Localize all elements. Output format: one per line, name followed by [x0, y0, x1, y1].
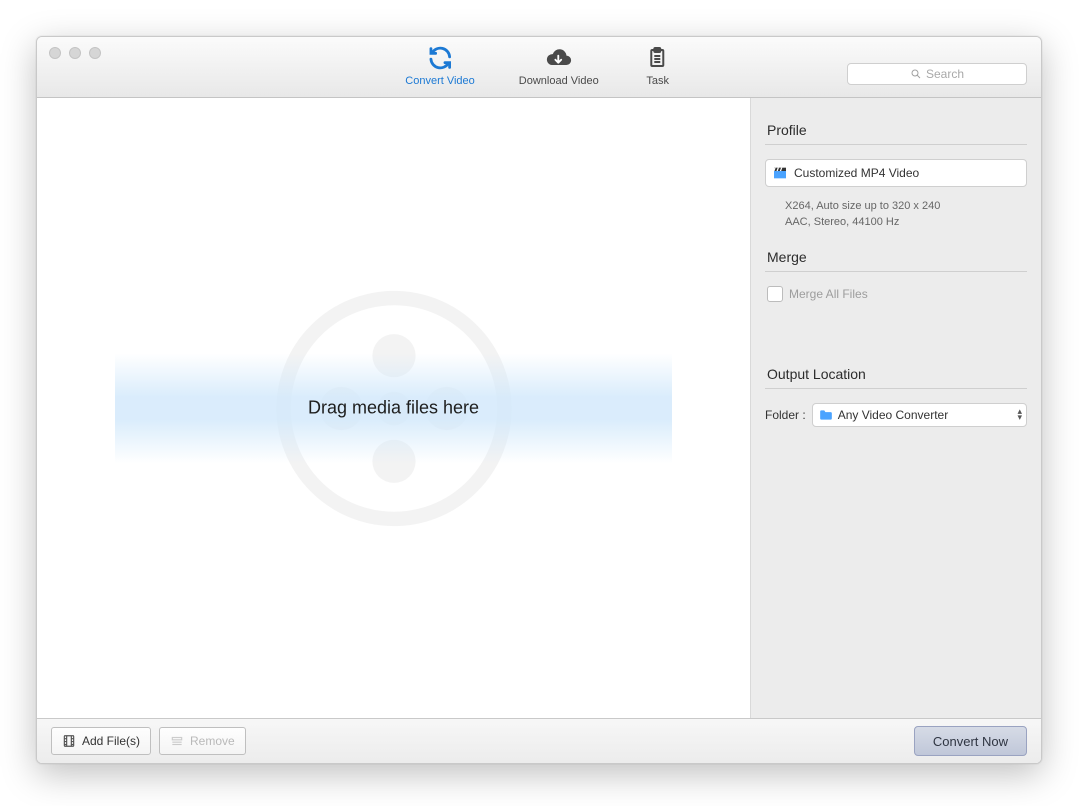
profile-name: Customized MP4 Video [794, 166, 919, 180]
output-header: Output Location [767, 366, 1027, 382]
chevron-updown-icon: ▴▾ [1017, 409, 1022, 420]
clipboard-icon [643, 43, 673, 73]
folder-icon [819, 409, 833, 421]
clapperboard-icon [772, 165, 788, 181]
merge-all-label: Merge All Files [789, 287, 868, 301]
cloud-download-icon [544, 43, 574, 73]
media-drop-area[interactable]: Drag media files here [37, 98, 751, 718]
drop-text: Drag media files here [308, 398, 479, 419]
add-files-button[interactable]: Add File(s) [51, 727, 151, 755]
app-window: Convert Video Download Video [36, 36, 1042, 764]
tab-label: Convert Video [405, 75, 475, 87]
folder-value: Any Video Converter [838, 408, 949, 422]
search-icon [910, 68, 922, 80]
tab-task[interactable]: Task [643, 43, 673, 87]
profile-header: Profile [767, 122, 1027, 138]
convert-now-button[interactable]: Convert Now [914, 726, 1027, 756]
tab-label: Task [646, 75, 669, 87]
divider [765, 144, 1027, 145]
profile-selector[interactable]: Customized MP4 Video [765, 159, 1027, 187]
minimize-window-button[interactable] [69, 47, 81, 59]
close-window-button[interactable] [49, 47, 61, 59]
merge-header: Merge [767, 249, 1027, 265]
footer-left: Add File(s) Remove [51, 727, 246, 755]
folder-label: Folder : [765, 408, 806, 422]
merge-all-checkbox[interactable] [767, 286, 783, 302]
tab-convert-video[interactable]: Convert Video [405, 43, 475, 87]
search-placeholder: Search [926, 67, 964, 81]
remove-label: Remove [190, 734, 235, 748]
zoom-window-button[interactable] [89, 47, 101, 59]
convert-label: Convert Now [933, 734, 1008, 749]
folder-row: Folder : Any Video Converter ▴▾ [765, 403, 1027, 427]
footer: Add File(s) Remove Convert Now [37, 718, 1041, 763]
film-icon [62, 734, 76, 748]
merge-all-row[interactable]: Merge All Files [767, 286, 1027, 302]
tab-download-video[interactable]: Download Video [519, 43, 599, 87]
output-folder-select[interactable]: Any Video Converter ▴▾ [812, 403, 1027, 427]
toolbar-tabs: Convert Video Download Video [405, 43, 672, 87]
sidebar: Profile Customized MP4 Video X264, Auto … [751, 98, 1041, 718]
profile-line1: X264, Auto size up to 320 x 240 [785, 199, 1027, 215]
remove-button[interactable]: Remove [159, 727, 246, 755]
tab-label: Download Video [519, 75, 599, 87]
titlebar: Convert Video Download Video [37, 37, 1041, 98]
window-controls [49, 47, 101, 59]
profile-details: X264, Auto size up to 320 x 240 AAC, Ste… [785, 199, 1027, 231]
add-files-label: Add File(s) [82, 734, 140, 748]
search-input[interactable]: Search [847, 63, 1027, 85]
refresh-icon [425, 43, 455, 73]
divider [765, 271, 1027, 272]
profile-line2: AAC, Stereo, 44100 Hz [785, 215, 1027, 231]
body: Drag media files here Profile Customized… [37, 98, 1041, 718]
remove-icon [170, 734, 184, 748]
divider [765, 388, 1027, 389]
